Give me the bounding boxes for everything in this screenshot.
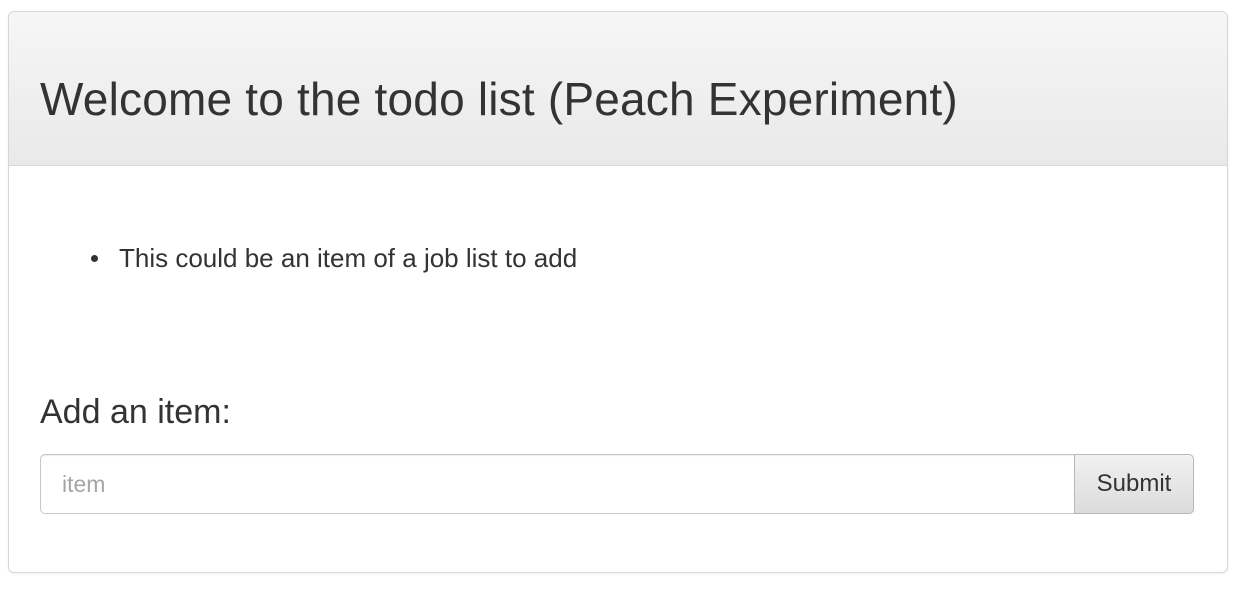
page-title: Welcome to the todo list (Peach Experime… (40, 73, 958, 125)
submit-button[interactable]: Submit (1074, 454, 1194, 514)
bullet-icon (91, 255, 98, 262)
panel-heading: Welcome to the todo list (Peach Experime… (9, 12, 1227, 166)
item-input[interactable] (40, 454, 1074, 514)
add-item-heading: Add an item: (40, 393, 231, 431)
todo-panel: Welcome to the todo list (Peach Experime… (8, 11, 1228, 573)
add-item-form: Submit (40, 454, 1194, 514)
list-item-text: This could be an item of a job list to a… (119, 243, 578, 273)
list-item: This could be an item of a job list to a… (89, 240, 577, 276)
todo-list: This could be an item of a job list to a… (89, 240, 577, 276)
